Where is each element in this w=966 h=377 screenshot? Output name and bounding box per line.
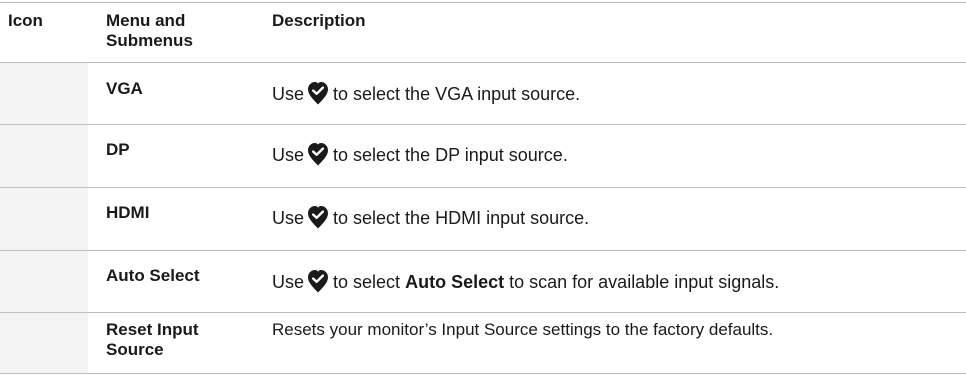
header-bottom-rule [0, 62, 966, 63]
row-description-reset: Resets your monitor’s Input Source setti… [272, 320, 774, 339]
desc-bold: Auto Select [405, 272, 505, 292]
menu-item-auto-select: Auto Select [106, 266, 200, 285]
table-top-rule [0, 2, 966, 3]
menu-item-reset-input-source: Reset Input Source [106, 320, 199, 359]
row-description-auto-select: Use to select Auto Select to scan for ava… [272, 269, 780, 295]
check-icon [307, 81, 329, 105]
row-rule [0, 250, 966, 251]
desc-post: to select the VGA input source. [333, 84, 581, 104]
check-icon [307, 205, 329, 229]
check-icon [307, 269, 329, 293]
desc-pre: Use [272, 145, 305, 165]
desc-post: to select the DP input source. [333, 145, 568, 165]
desc-pre: Use [272, 272, 305, 292]
row-description-dp: Use to select the DP input source. [272, 142, 568, 168]
row-rule [0, 312, 966, 313]
row-rule [0, 187, 966, 188]
menu-item-vga: VGA [106, 79, 143, 98]
row-description-vga: Use to select the VGA input source. [272, 81, 581, 107]
desc-mid: to select [333, 272, 401, 292]
icon-column [0, 63, 88, 374]
menu-item-hdmi: HDMI [106, 203, 150, 222]
desc-post: to scan for available input signals. [509, 272, 780, 292]
header-menu-submenus: Menu and Submenus [106, 11, 193, 50]
row-rule [0, 124, 966, 125]
desc-post: to select the HDMI input source. [333, 208, 590, 228]
check-icon [307, 142, 329, 166]
input-source-table: Icon Menu and Submenus Description VGA U… [0, 0, 966, 377]
header-icon: Icon [8, 11, 43, 30]
menu-item-dp: DP [106, 140, 130, 159]
desc-pre: Use [272, 208, 305, 228]
header-description: Description [272, 11, 366, 30]
table-bottom-rule [0, 373, 966, 374]
row-description-hdmi: Use to select the HDMI input source. [272, 205, 590, 231]
desc-pre: Use [272, 84, 305, 104]
